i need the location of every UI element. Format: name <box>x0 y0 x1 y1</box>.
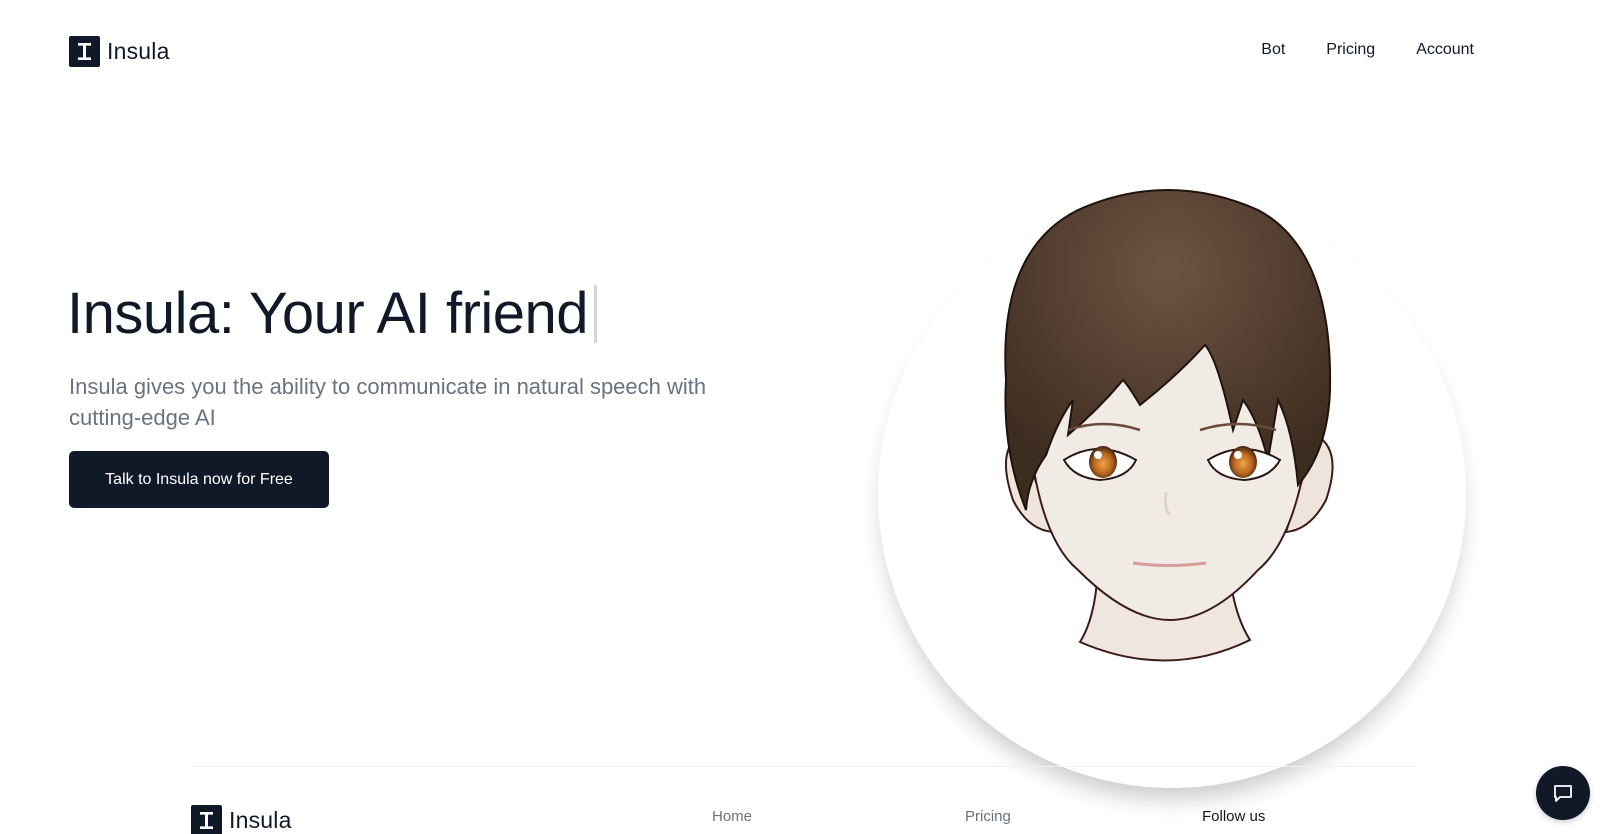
typing-cursor <box>594 284 598 343</box>
footer-brand-logo-link[interactable]: Insula <box>191 805 292 834</box>
chat-bubble-icon <box>1554 785 1572 802</box>
chat-launcher-button[interactable] <box>1536 766 1590 820</box>
nav-item-bot[interactable]: Bot <box>1261 41 1285 59</box>
hero-subtitle: Insula gives you the ability to communic… <box>69 374 707 430</box>
nav-item-account[interactable]: Account <box>1416 41 1474 59</box>
footer-follow-heading: Follow us <box>1202 808 1266 825</box>
hero-title: Insula: Your AI friend <box>67 280 598 347</box>
brand-name: Insula <box>107 38 170 64</box>
footer-link-pricing[interactable]: Pricing <box>965 808 1011 825</box>
footer-letter-i-logo-icon <box>191 805 222 834</box>
site-header: Insula Bot Pricing Account <box>0 0 1600 100</box>
letter-i-logo-icon <box>69 36 100 67</box>
footer-link-home[interactable]: Home <box>712 808 752 825</box>
avatar-section <box>878 100 1468 788</box>
footer-divider <box>192 766 1416 767</box>
anime-avatar-image <box>1004 189 1334 662</box>
brand-logo-link[interactable]: Insula <box>69 36 170 67</box>
hero-title-text: Insula: Your AI friend <box>67 281 589 346</box>
talk-to-insula-button[interactable]: Talk to Insula now for Free <box>69 451 329 508</box>
footer-brand-name: Insula <box>229 807 292 833</box>
main-nav: Bot Pricing Account <box>1261 41 1474 59</box>
nav-item-pricing[interactable]: Pricing <box>1326 41 1375 59</box>
